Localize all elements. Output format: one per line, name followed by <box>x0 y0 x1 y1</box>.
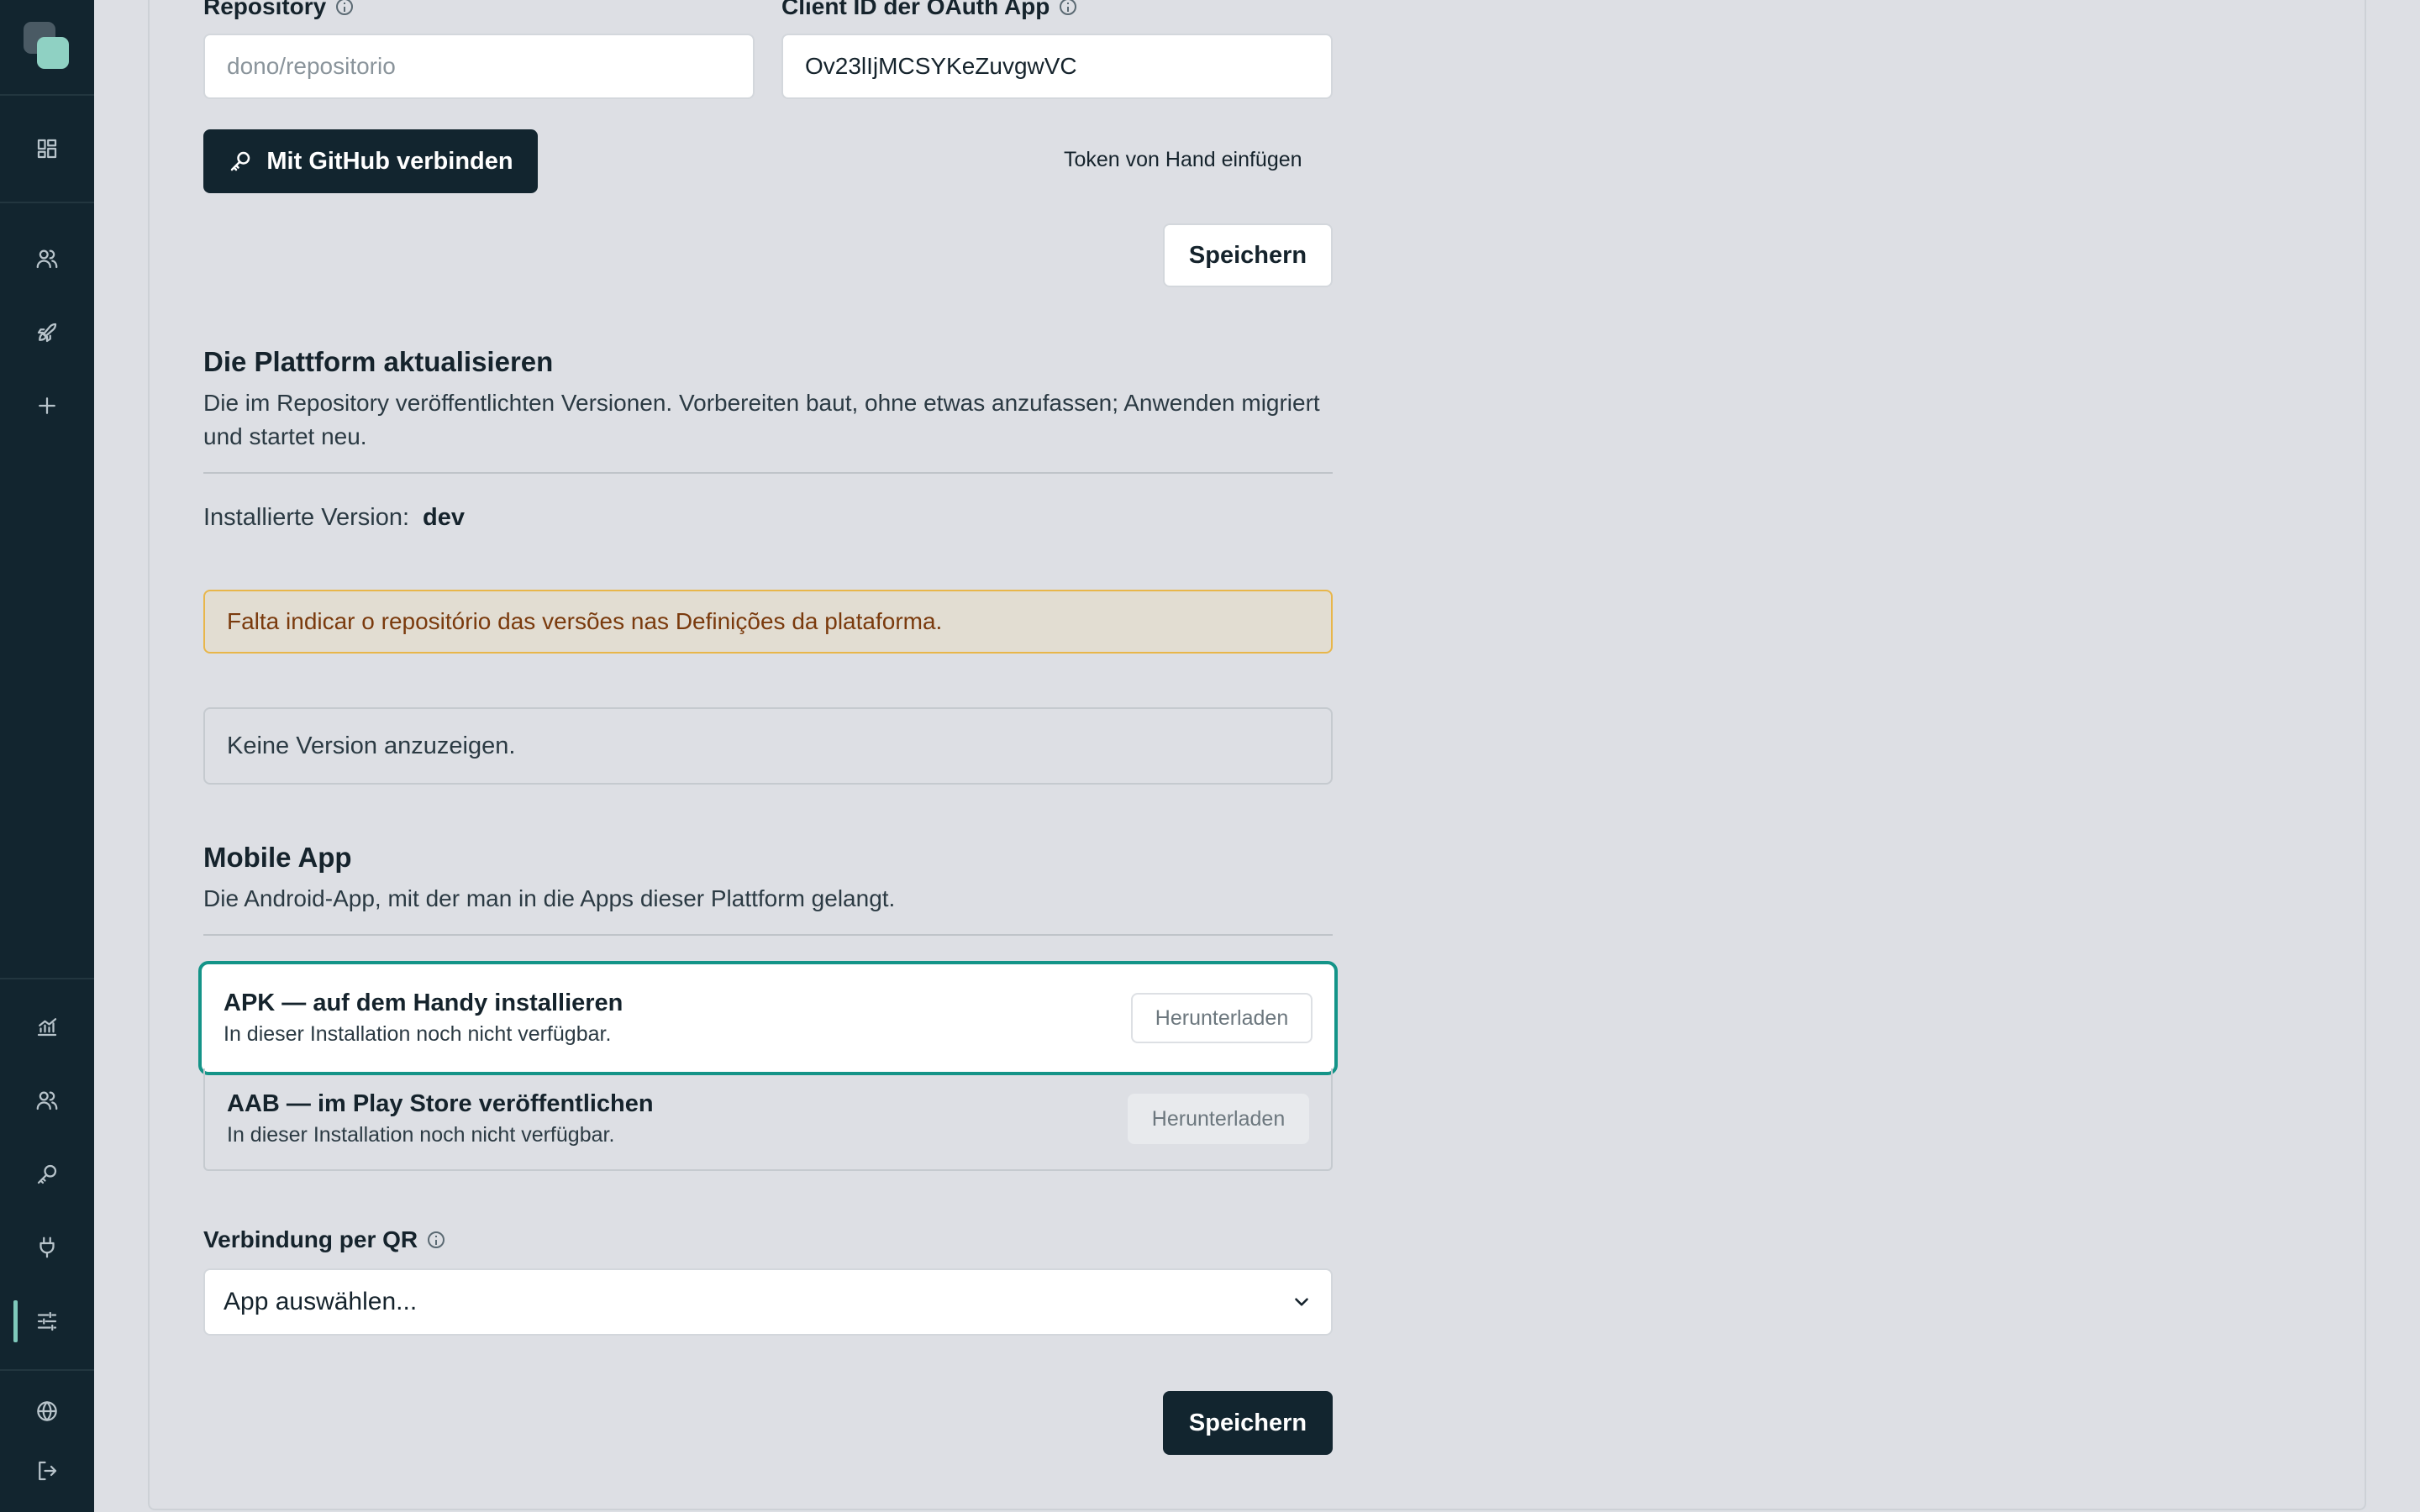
active-indicator <box>13 1300 18 1342</box>
users-icon[interactable] <box>29 240 66 277</box>
repository-warning: Falta indicar o repositório das versões … <box>203 590 1333 654</box>
info-icon[interactable] <box>428 1231 445 1248</box>
update-section-description: Die im Repository veröffentlichten Versi… <box>203 390 1320 449</box>
versions-empty-state: Keine Version anzuzeigen. <box>203 707 1333 785</box>
save-button[interactable]: Speichern <box>1163 223 1333 287</box>
sidebar <box>0 0 94 1512</box>
repository-input[interactable]: dono/repositorio <box>203 34 755 99</box>
mobile-section-title: Mobile App <box>203 842 352 873</box>
plug-icon[interactable] <box>29 1229 66 1266</box>
aab-download-button[interactable]: Herunterladen <box>1128 1094 1309 1144</box>
info-icon[interactable] <box>1060 0 1077 15</box>
sidebar-divider <box>0 978 94 979</box>
apk-download-card[interactable]: APK — auf dem Handy installieren In dies… <box>198 961 1338 1075</box>
sidebar-divider <box>0 202 94 203</box>
chart-icon[interactable] <box>29 1008 66 1045</box>
installed-version-label: Installierte Version: <box>203 504 410 531</box>
connect-github-label: Mit GitHub verbinden <box>266 147 513 175</box>
client-id-label: Client ID der OAuth App <box>781 0 1077 20</box>
client-id-input[interactable]: Ov23lIjMCSYKeZuvgwVC <box>781 34 1333 99</box>
connect-github-button[interactable]: Mit GitHub verbinden <box>203 129 538 193</box>
dashboard-icon[interactable] <box>29 130 66 167</box>
sidebar-divider <box>0 94 94 96</box>
rocket-icon[interactable] <box>29 314 66 351</box>
chevron-down-icon <box>1295 1298 1308 1306</box>
section-divider <box>203 472 1333 474</box>
installed-version-value: dev <box>423 504 465 531</box>
app-select[interactable]: App auswählen... <box>203 1268 1333 1336</box>
apk-title: APK — auf dem Handy installieren <box>224 990 623 1016</box>
logout-icon[interactable] <box>29 1452 66 1489</box>
key-icon <box>231 151 250 171</box>
app-logo[interactable] <box>24 22 71 71</box>
repository-label: Repository <box>203 0 354 20</box>
apk-download-button[interactable]: Herunterladen <box>1131 993 1313 1043</box>
apk-subtitle: In dieser Installation noch nicht verfüg… <box>224 1022 612 1046</box>
installed-version: Installierte Version: dev <box>203 504 465 532</box>
save-button[interactable]: Speichern <box>1163 1391 1333 1455</box>
key-icon[interactable] <box>29 1156 66 1193</box>
app-select-value: App auswählen... <box>224 1288 418 1315</box>
plus-icon[interactable] <box>29 387 66 424</box>
qr-connection-label: Verbindung per QR <box>203 1226 445 1253</box>
sliders-icon[interactable] <box>29 1303 66 1340</box>
section-divider <box>203 934 1333 936</box>
update-section-title: Die Plattform aktualisieren <box>203 346 554 377</box>
globe-icon[interactable] <box>29 1393 66 1430</box>
sidebar-divider <box>0 1369 94 1371</box>
mobile-section-description: Die Android-App, mit der man in die Apps… <box>203 885 896 911</box>
manual-token-link[interactable]: Token von Hand einfügen <box>1064 148 1302 172</box>
team-icon[interactable] <box>29 1082 66 1119</box>
aab-download-card: AAB — im Play Store veröffentlichen In d… <box>203 1068 1333 1171</box>
aab-title: AAB — im Play Store veröffentlichen <box>227 1090 654 1117</box>
aab-subtitle: In dieser Installation noch nicht verfüg… <box>227 1123 615 1147</box>
info-icon[interactable] <box>336 0 354 15</box>
